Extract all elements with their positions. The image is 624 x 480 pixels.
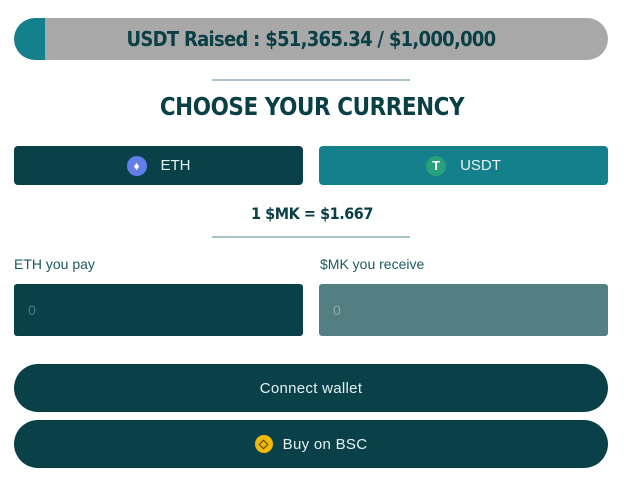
bnb-icon — [254, 435, 273, 453]
buy-on-bsc-label: Buy on BSC — [282, 435, 368, 453]
connect-wallet-label: Connect wallet — [259, 379, 363, 397]
divider-bottom — [212, 236, 410, 238]
connect-wallet-button[interactable]: Connect wallet — [14, 364, 608, 412]
pay-label: ETH you pay — [14, 256, 95, 272]
raised-progress-label: USDT Raised : $51,365.34 / $1,000,000 — [126, 27, 497, 51]
currency-usdt-button[interactable]: T USDT — [319, 146, 608, 185]
currency-usdt-label: USDT — [460, 157, 501, 174]
ethereum-icon: ♦ — [126, 155, 147, 176]
exchange-rate: 1 $MK = $1.667 — [251, 204, 373, 223]
choose-currency-heading: CHOOSE YOUR CURRENCY — [159, 92, 465, 121]
buy-on-bsc-button[interactable]: Buy on BSC — [14, 420, 608, 468]
receive-label: $MK you receive — [320, 256, 425, 272]
raised-progress-bar: USDT Raised : $51,365.34 / $1,000,000 — [14, 18, 608, 60]
raised-progress-fill — [14, 18, 45, 60]
pay-amount-input[interactable] — [14, 284, 303, 336]
receive-amount-input[interactable] — [319, 284, 608, 336]
currency-eth-button[interactable]: ♦ ETH — [14, 146, 303, 185]
divider-top — [212, 79, 410, 81]
tether-icon: T — [426, 155, 447, 176]
currency-eth-label: ETH — [160, 157, 191, 174]
